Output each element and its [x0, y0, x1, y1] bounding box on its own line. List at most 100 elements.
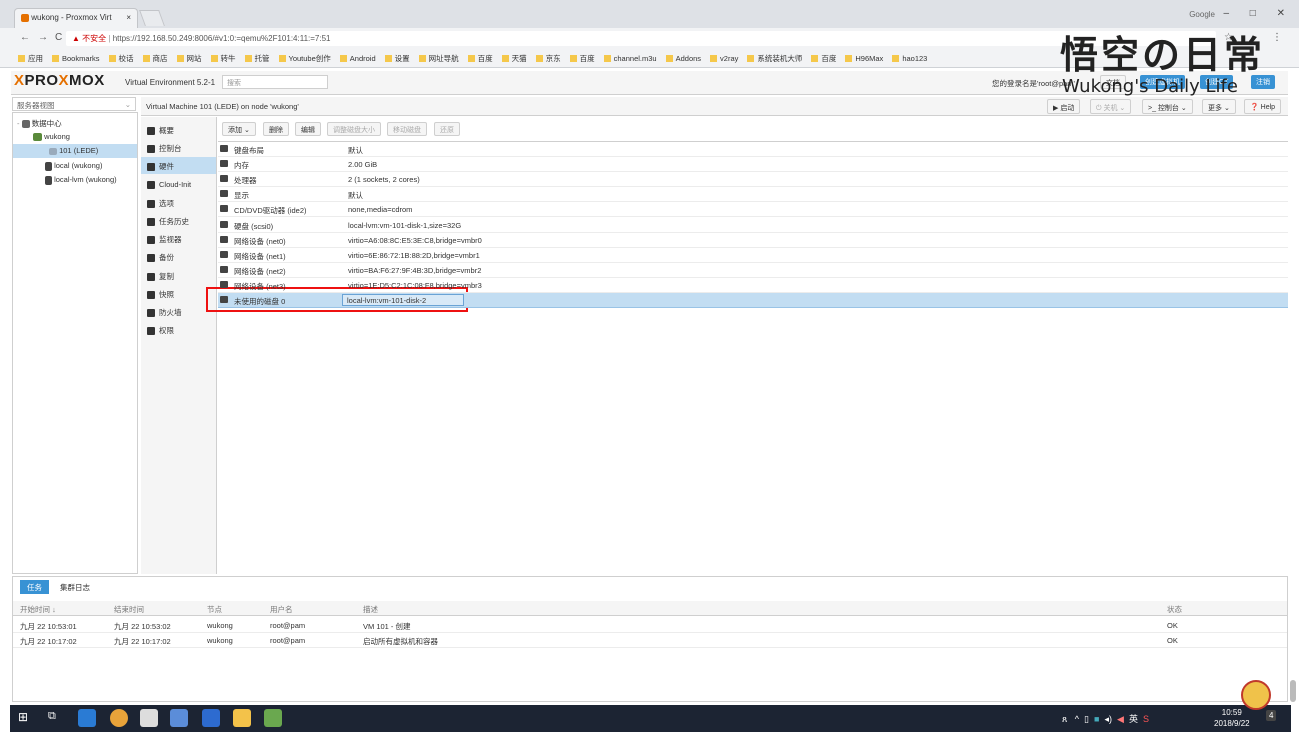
bookmark-item[interactable]: Youtube创作	[278, 53, 331, 64]
nav-item[interactable]: 复制	[141, 267, 216, 284]
nav-item[interactable]: 任务历史	[141, 212, 216, 229]
hardware-row[interactable]: 网络设备 (net1) virtio=6E:86:72:1B:88:2D,brid…	[218, 248, 1288, 263]
tree-item-datacenter[interactable]: - 数据中心	[13, 116, 137, 130]
language-indicator[interactable]: 英	[1129, 714, 1138, 724]
network-icon[interactable]: ■	[1094, 714, 1099, 724]
more-button[interactable]: 更多 ⌄	[1202, 99, 1236, 114]
bookmark-item[interactable]: 天猫	[501, 53, 527, 64]
bookmark-item[interactable]: 应用	[18, 53, 43, 64]
remote-desktop-icon[interactable]	[264, 709, 282, 727]
forward-icon[interactable]: →	[38, 32, 48, 43]
nav-item[interactable]: Cloud-Init	[141, 176, 216, 193]
tab-close-icon[interactable]: ×	[126, 13, 131, 22]
resize-disk-button[interactable]: 调整磁盘大小	[327, 122, 381, 136]
log-column-header[interactable]: 描述	[363, 604, 378, 615]
hardware-row[interactable]: 未使用的磁盘 0 local-lvm:vm-101-disk-2	[218, 293, 1288, 308]
nav-item[interactable]: 控制台	[141, 139, 216, 156]
url-input[interactable]: ▲ 不安全 | https://192.168.50.249:8006/#v1:…	[66, 31, 1216, 46]
log-column-header[interactable]: 用户名	[270, 604, 293, 615]
search-input[interactable]: 搜索	[222, 75, 328, 89]
hardware-row[interactable]: 显示 默认	[218, 187, 1288, 203]
bookmark-item[interactable]: H96Max	[845, 54, 883, 63]
remove-button[interactable]: 删除	[263, 122, 289, 136]
move-disk-button[interactable]: 移动磁盘	[387, 122, 427, 136]
app-icon[interactable]	[78, 709, 96, 727]
close-window-icon[interactable]: ✕	[1277, 8, 1285, 19]
minimize-icon[interactable]: –	[1223, 8, 1229, 19]
log-column-header[interactable]: 结束时间	[114, 604, 144, 615]
log-row[interactable]	[13, 633, 1287, 648]
bookmark-item[interactable]: 托管	[244, 53, 270, 64]
volume-icon[interactable]: ◂)	[1104, 714, 1112, 724]
hardware-row[interactable]: 键盘布局 默认	[218, 142, 1288, 157]
bookmark-item[interactable]: v2ray	[710, 54, 738, 63]
tab-cluster-log[interactable]: 集群日志	[53, 580, 97, 594]
speaker-icon[interactable]: ◀	[1117, 714, 1124, 724]
tree-item-storage-lvm[interactable]: local-lvm (wukong)	[13, 173, 137, 187]
bookmark-item[interactable]: 商店	[142, 53, 168, 64]
ime-icon[interactable]: S	[1143, 714, 1149, 724]
bookmark-item[interactable]: 系统装机大师	[747, 53, 802, 64]
nav-item[interactable]: 备份	[141, 248, 216, 265]
nav-item[interactable]: 概要	[141, 121, 216, 138]
clock[interactable]: 10:59 2018/9/22	[1214, 707, 1250, 729]
revert-button[interactable]: 还原	[434, 122, 460, 136]
back-icon[interactable]: ←	[20, 32, 30, 43]
windows-start-icon[interactable]: ⊞	[18, 710, 28, 724]
log-column-header[interactable]: 节点	[207, 604, 222, 615]
tree-item-storage-local[interactable]: local (wukong)	[13, 159, 137, 173]
bookmark-item[interactable]: 转牛	[210, 53, 236, 64]
tree-item-node[interactable]: wukong	[13, 130, 137, 144]
nav-item[interactable]: 权限	[141, 321, 216, 338]
log-row[interactable]	[13, 618, 1287, 633]
bookmark-item[interactable]: 网址导航	[418, 53, 459, 64]
nav-item[interactable]: 防火墙	[141, 303, 216, 320]
hardware-row[interactable]: CD/DVD驱动器 (ide2) none,media=cdrom	[218, 202, 1288, 218]
chrome-icon[interactable]	[110, 709, 128, 727]
log-column-header[interactable]: 开始时间 ↓	[20, 604, 56, 615]
bookmark-item[interactable]: Android	[339, 54, 376, 63]
shutdown-button[interactable]: ⏻ 关机 ⌄	[1090, 99, 1132, 114]
log-column-header[interactable]: 状态	[1167, 604, 1182, 615]
view-select[interactable]: 服务器视图 ⌄	[12, 97, 136, 111]
user-icon[interactable]: ጸ	[1062, 714, 1067, 724]
bookmark-item[interactable]: channel.m3u	[603, 54, 657, 63]
hardware-row[interactable]: 网络设备 (net3) virtio=1E:D5:C2:1C:08:F8,brid…	[218, 278, 1288, 293]
bookmark-item[interactable]: 百度	[467, 53, 493, 64]
battery-icon[interactable]: ▯	[1084, 714, 1089, 724]
reload-icon[interactable]: C	[55, 32, 62, 43]
bookmark-item[interactable]: 百度	[569, 53, 595, 64]
task-view-icon[interactable]: ⧉	[48, 710, 56, 723]
tree-item-vm[interactable]: 101 (LEDE)	[13, 144, 137, 158]
hardware-row[interactable]: 处理器 2 (1 sockets, 2 cores)	[218, 172, 1288, 188]
bookmark-item[interactable]: 设置	[384, 53, 410, 64]
add-button[interactable]: 添加 ⌄	[222, 122, 256, 136]
console-button[interactable]: >_ 控制台 ⌄	[1142, 99, 1193, 114]
nav-item[interactable]: 快照	[141, 285, 216, 302]
word-icon[interactable]	[202, 709, 220, 727]
chevron-up-icon[interactable]: ^	[1075, 714, 1079, 724]
nav-item[interactable]: 选项	[141, 194, 216, 211]
tab-tasks[interactable]: 任务	[20, 580, 49, 594]
hardware-row[interactable]: 网络设备 (net0) virtio=A6:08:8C:E5:3E:C8,brid…	[218, 233, 1288, 248]
hardware-row[interactable]: 网络设备 (net2) virtio=BA:F6:27:9F:4B:3D,brid…	[218, 263, 1288, 278]
nav-item[interactable]: 监视器	[141, 230, 216, 247]
maximize-icon[interactable]: □	[1250, 8, 1256, 19]
help-button[interactable]: ❓ Help	[1244, 99, 1282, 114]
folder-icon[interactable]	[233, 709, 251, 727]
notification-badge[interactable]: 4	[1266, 710, 1277, 721]
nav-item[interactable]: 硬件	[141, 157, 216, 175]
edit-button[interactable]: 编辑	[295, 122, 321, 136]
hardware-row[interactable]: 硬盘 (scsi0) local-lvm:vm-101-disk-1,size=3…	[218, 218, 1288, 233]
bookmark-item[interactable]: 百度	[811, 53, 836, 64]
bookmark-item[interactable]: Bookmarks	[52, 54, 100, 63]
hardware-row[interactable]: 内存 2.00 GiB	[218, 157, 1288, 173]
scrollbar[interactable]	[1290, 680, 1296, 702]
mail-icon[interactable]	[140, 709, 158, 727]
start-button[interactable]: ▶ 启动	[1047, 99, 1081, 114]
bookmark-item[interactable]: hao123	[892, 54, 927, 63]
app-icon[interactable]	[170, 709, 188, 727]
bookmark-item[interactable]: 京东	[535, 53, 561, 64]
chrome-menu-icon[interactable]: ⋮	[1272, 32, 1282, 43]
browser-tab[interactable]: wukong - Proxmox Virt ×	[14, 8, 138, 28]
